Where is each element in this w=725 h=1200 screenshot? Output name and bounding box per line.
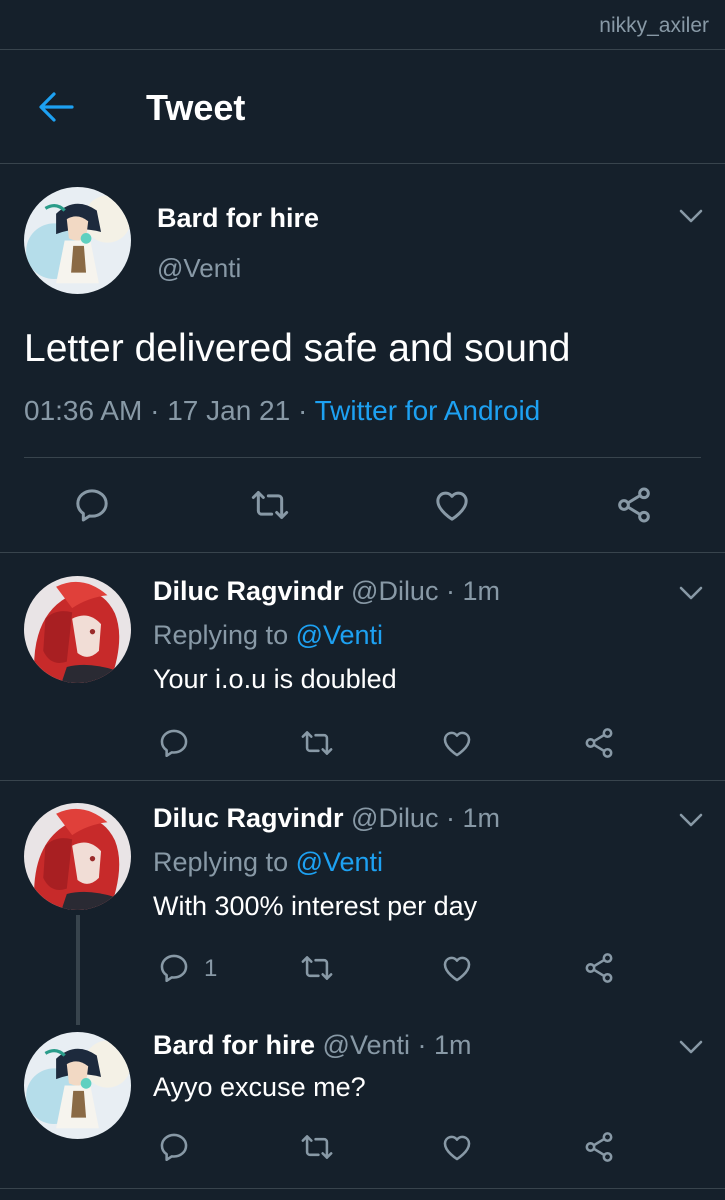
chevron-down-icon[interactable] bbox=[678, 811, 704, 829]
author-name[interactable]: Bard for hire bbox=[153, 1030, 315, 1060]
avatar[interactable] bbox=[24, 803, 131, 910]
share-icon[interactable] bbox=[582, 951, 616, 985]
arrow-left-icon[interactable] bbox=[36, 89, 76, 125]
share-icon[interactable] bbox=[582, 1130, 616, 1164]
mention-link[interactable]: @Venti bbox=[296, 847, 383, 877]
replying-label: Replying to bbox=[153, 620, 296, 650]
reply-icon[interactable] bbox=[157, 726, 191, 760]
replying-label: Replying to bbox=[153, 847, 296, 877]
retweet-icon[interactable] bbox=[300, 726, 334, 760]
reply-header: Diluc Ragvindr @Diluc · 1m bbox=[153, 576, 500, 607]
retweet-icon[interactable] bbox=[300, 1130, 334, 1164]
avatar[interactable] bbox=[24, 187, 131, 294]
reply-tweet[interactable]: Bard for hire @Venti · 1m Ayyo excuse me… bbox=[0, 1012, 725, 1187]
tweet-source-link[interactable]: Twitter for Android bbox=[315, 395, 541, 426]
author-name[interactable]: Diluc Ragvindr bbox=[153, 576, 344, 606]
thread-connector bbox=[76, 915, 80, 1025]
meta-separator: · bbox=[290, 395, 315, 426]
divider bbox=[0, 1188, 725, 1189]
author-name[interactable]: Bard for hire bbox=[157, 203, 319, 234]
mention-link[interactable]: @Venti bbox=[296, 620, 383, 650]
tweet-date: 17 Jan 21 bbox=[167, 395, 291, 426]
watermark-bar: nikky_axiler bbox=[0, 0, 725, 50]
main-tweet: Bard for hire @Venti Letter delivered sa… bbox=[0, 165, 725, 553]
author-name[interactable]: Diluc Ragvindr bbox=[153, 803, 344, 833]
author-handle[interactable]: @Venti bbox=[157, 253, 241, 284]
chevron-down-icon[interactable] bbox=[678, 584, 704, 602]
watermark-text: nikky_axiler bbox=[599, 14, 709, 37]
avatar[interactable] bbox=[24, 576, 131, 683]
replying-to: Replying to @Venti bbox=[153, 620, 383, 651]
tweet-screen: nikky_axiler Tweet Bard for hire @Venti … bbox=[0, 0, 725, 1200]
reply-tweet[interactable]: Diluc Ragvindr @Diluc · 1m Replying to @… bbox=[0, 554, 725, 780]
avatar[interactable] bbox=[24, 1032, 131, 1139]
reply-count: 1 bbox=[204, 955, 218, 982]
like-icon[interactable] bbox=[440, 951, 474, 985]
like-icon[interactable] bbox=[440, 726, 474, 760]
tweet-text: Your i.o.u is doubled bbox=[153, 664, 397, 694]
reply-icon[interactable] bbox=[72, 485, 112, 525]
top-app-bar: Tweet bbox=[0, 51, 725, 164]
retweet-icon[interactable] bbox=[300, 951, 334, 985]
replying-to: Replying to @Venti bbox=[153, 847, 383, 878]
tweet-text: Letter delivered safe and sound bbox=[24, 327, 571, 370]
tweet-text: Ayyo excuse me? bbox=[153, 1072, 366, 1102]
reply-tweet[interactable]: Diluc Ragvindr @Diluc · 1m Replying to @… bbox=[0, 781, 725, 1011]
author-handle-time: @Diluc · 1m bbox=[343, 576, 500, 606]
tweet-text: With 300% interest per day bbox=[153, 891, 478, 921]
like-icon[interactable] bbox=[440, 1130, 474, 1164]
chevron-down-icon[interactable] bbox=[678, 207, 704, 225]
reply-header: Diluc Ragvindr @Diluc · 1m bbox=[153, 803, 500, 834]
share-icon[interactable] bbox=[582, 726, 616, 760]
chevron-down-icon[interactable] bbox=[678, 1038, 704, 1056]
page-title: Tweet bbox=[146, 87, 246, 128]
share-icon[interactable] bbox=[614, 485, 654, 525]
retweet-icon[interactable] bbox=[250, 485, 290, 525]
reply-icon[interactable] bbox=[157, 951, 191, 985]
tweet-meta: 01:36 AM · 17 Jan 21 · Twitter for Andro… bbox=[24, 395, 540, 427]
tweet-time: 01:36 AM bbox=[24, 395, 143, 426]
like-icon[interactable] bbox=[432, 485, 472, 525]
author-handle-time: @Diluc · 1m bbox=[343, 803, 500, 833]
divider bbox=[24, 457, 701, 458]
author-handle-time: @Venti · 1m bbox=[315, 1030, 472, 1060]
reply-header: Bard for hire @Venti · 1m bbox=[153, 1030, 472, 1061]
reply-icon[interactable] bbox=[157, 1130, 191, 1164]
meta-separator: · bbox=[142, 395, 168, 426]
